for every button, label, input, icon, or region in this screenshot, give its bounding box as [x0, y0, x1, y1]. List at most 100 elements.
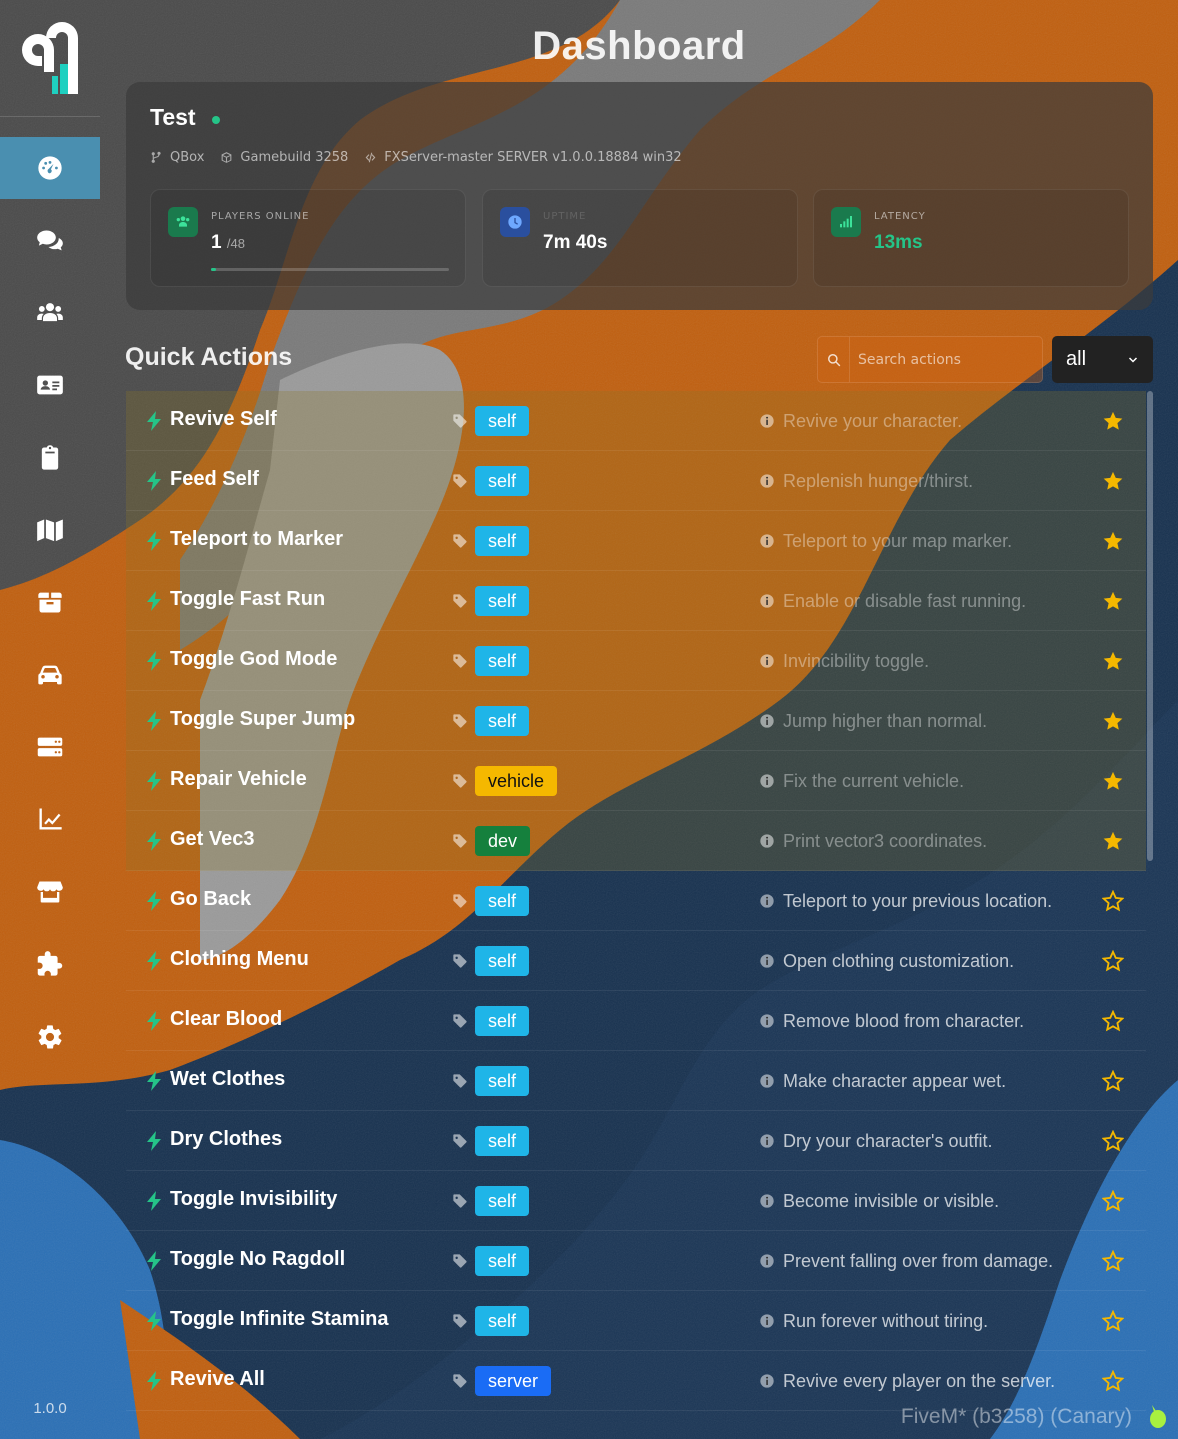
action-name: Teleport to Marker — [170, 528, 343, 550]
sidebar-item-store[interactable] — [0, 861, 100, 923]
sidebar-item-players[interactable] — [0, 282, 100, 344]
search-actions-input[interactable] — [850, 351, 1042, 368]
action-name: Repair Vehicle — [170, 768, 307, 790]
players-stat-value: 1 /48 — [211, 232, 245, 254]
action-row[interactable]: Feed Self self Replenish hunger/thirst. — [126, 451, 1146, 511]
action-row[interactable]: Toggle Fast Run self Enable or disable fas… — [126, 571, 1146, 631]
category-filter-value: all — [1066, 348, 1087, 370]
star-filled-icon[interactable] — [1102, 530, 1124, 552]
main-content: Dashboard Test QBox Gamebuild 3258 FXSer… — [100, 0, 1178, 1439]
action-row[interactable]: Toggle Invisibility self Become invisible … — [126, 1171, 1146, 1231]
cube-icon — [222, 152, 232, 163]
action-name: Dry Clothes — [170, 1128, 283, 1150]
bolt-icon — [146, 1371, 162, 1391]
sidebar-item-map[interactable] — [0, 499, 100, 561]
action-row[interactable]: Toggle God Mode self Invincibility toggle. — [126, 631, 1146, 691]
framework-label: QBox — [170, 150, 205, 165]
tag-icon — [452, 1193, 468, 1209]
star-filled-icon[interactable] — [1102, 410, 1124, 432]
action-row[interactable]: Teleport to Marker self Teleport to your m… — [126, 511, 1146, 571]
sidebar-item-identity[interactable] — [0, 354, 100, 416]
action-description: Revive your character. — [783, 411, 963, 431]
code-icon — [365, 152, 376, 163]
bolt-icon — [146, 591, 162, 611]
category-filter-select[interactable]: all — [1052, 336, 1153, 383]
star-filled-icon[interactable] — [1102, 650, 1124, 672]
action-row[interactable]: Toggle Super Jump self Jump higher than no… — [126, 691, 1146, 751]
star-filled-icon[interactable] — [1102, 830, 1124, 852]
action-row[interactable]: Wet Clothes self Make character appear wet… — [126, 1051, 1146, 1111]
tag-icon — [452, 1073, 468, 1089]
bolt-icon — [146, 411, 162, 431]
star-outline-icon[interactable] — [1101, 889, 1125, 912]
action-row[interactable]: Clear Blood self Remove blood from charact… — [126, 991, 1146, 1051]
action-row[interactable]: Toggle No Ragdoll self Prevent falling ove… — [126, 1231, 1146, 1291]
bolt-icon — [146, 471, 162, 491]
sidebar-item-vehicles[interactable] — [0, 644, 100, 706]
uptime-stat: UPTIME 7m 40s — [482, 189, 798, 287]
action-row[interactable]: Repair Vehicle vehicle Fix the current veh… — [126, 751, 1146, 811]
action-row[interactable]: Clothing Menu self Open clothing customiza… — [126, 931, 1146, 991]
star-filled-icon[interactable] — [1102, 470, 1124, 492]
sidebar-item-items[interactable] — [0, 571, 100, 633]
tag-icon — [452, 713, 468, 729]
action-tag-badge: self — [475, 1246, 530, 1276]
action-row[interactable]: Revive All server Revive every player on t… — [126, 1351, 1146, 1411]
sidebar-item-stats[interactable] — [0, 788, 100, 850]
box-icon — [38, 592, 62, 613]
action-row[interactable]: Get Vec3 dev Print vector3 coordinates. — [126, 811, 1146, 871]
tag-icon — [452, 473, 468, 489]
sidebar-item-chat[interactable] — [0, 210, 100, 272]
action-row[interactable]: Dry Clothes self Dry your character's outf… — [126, 1111, 1146, 1171]
star-outline-icon[interactable] — [1101, 949, 1125, 972]
star-outline-icon[interactable] — [1101, 1189, 1125, 1212]
players-progress-bar — [211, 268, 449, 271]
info-icon — [759, 1313, 775, 1329]
info-icon — [759, 1193, 775, 1209]
gamebuild-meta: Gamebuild 3258 — [220, 150, 348, 165]
star-outline-icon[interactable] — [1101, 1009, 1125, 1032]
id-card-icon — [37, 375, 63, 395]
sidebar-item-dashboard[interactable] — [0, 137, 100, 199]
app-logo[interactable] — [16, 16, 84, 100]
info-icon — [759, 773, 775, 789]
sidebar: 1.0.0 — [0, 0, 100, 1439]
tag-icon — [452, 773, 468, 789]
star-outline-icon[interactable] — [1101, 1369, 1125, 1392]
server-info-card: Test QBox Gamebuild 3258 FXServer-master… — [126, 82, 1153, 310]
sidebar-item-server[interactable] — [0, 716, 100, 778]
action-row[interactable]: Go Back self Teleport to your previous loc… — [126, 871, 1146, 931]
action-tag-badge: self — [475, 1306, 530, 1336]
action-name: Wet Clothes — [170, 1068, 286, 1090]
star-outline-icon[interactable] — [1101, 1249, 1125, 1272]
action-tag-badge: self — [475, 1006, 530, 1036]
sidebar-item-reports[interactable] — [0, 427, 100, 489]
latency-stat-value: 13ms — [874, 232, 923, 253]
tag-icon — [452, 653, 468, 669]
players-online-stat: PLAYERS ONLINE 1 /48 — [150, 189, 466, 287]
tag-icon — [452, 533, 468, 549]
sidebar-item-resources[interactable] — [0, 933, 100, 995]
star-outline-icon[interactable] — [1101, 1069, 1125, 1092]
action-tag-badge: server — [475, 1366, 552, 1396]
players-max: /48 — [226, 236, 245, 251]
star-filled-icon[interactable] — [1102, 710, 1124, 732]
star-outline-icon[interactable] — [1101, 1309, 1125, 1332]
star-filled-icon[interactable] — [1102, 770, 1124, 792]
info-icon — [759, 1013, 775, 1029]
action-row[interactable]: Revive Self self Revive your character. — [126, 391, 1146, 451]
bolt-icon — [146, 711, 162, 731]
action-name: Clear Blood — [170, 1008, 283, 1030]
store-icon — [37, 881, 63, 903]
star-filled-icon[interactable] — [1102, 590, 1124, 612]
action-row[interactable]: Toggle Infinite Stamina self Run forever w… — [126, 1291, 1146, 1351]
info-icon — [759, 653, 775, 669]
star-outline-icon[interactable] — [1101, 1129, 1125, 1152]
action-tag-badge: self — [475, 886, 530, 916]
uptime-stat-icon-wrap — [500, 207, 530, 237]
action-name: Toggle Invisibility — [170, 1188, 338, 1210]
sidebar-item-settings[interactable] — [0, 1006, 100, 1068]
page-title: Dashboard — [532, 24, 746, 68]
actions-scrollbar[interactable] — [1147, 391, 1153, 861]
action-description: Enable or disable fast running. — [783, 591, 1027, 611]
